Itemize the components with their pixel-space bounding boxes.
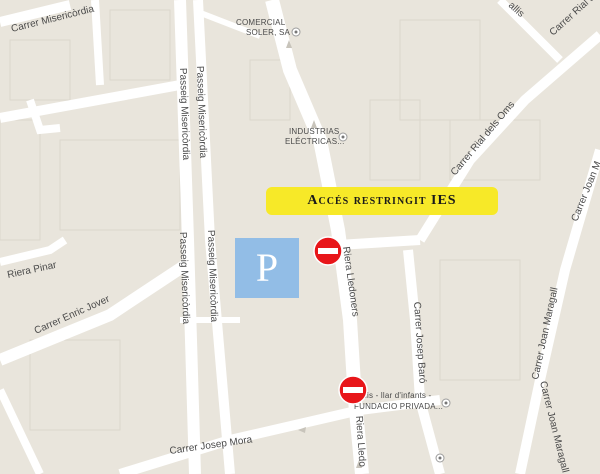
poi-marker-icon[interactable] (291, 27, 301, 37)
street-label-passeig-misericordia-2: Passeig Misericòrdia (194, 66, 208, 159)
poi-marker-icon[interactable] (441, 398, 451, 408)
poi-industrias-line2: ELÉCTRICAS... (285, 137, 345, 146)
poi-industrias-line1: INDUSTRIAS (289, 127, 339, 136)
poi-llar-line1: lis - llar d'infants - (365, 391, 432, 400)
street-label-carrer-rial-dels-oms-2: Carrer Rial dels (548, 0, 600, 38)
parking-sign: P (235, 238, 299, 298)
street-label-allis: allis (506, 0, 526, 20)
roads (0, 0, 600, 474)
map-view[interactable]: Carrer Misericòrdia Passeig Misericòrdia… (0, 0, 600, 474)
poi-comercial-soler-line1: COMERCIAL (236, 18, 286, 27)
street-label-passeig-misericordia-3: Passeig Misericòrdia (177, 232, 191, 325)
no-entry-sign-icon (338, 375, 368, 405)
street-label-passeig-misericordia-4: Passeig Misericòrdia (205, 230, 219, 323)
street-label-riera-pinar: Riera Pinar (6, 260, 58, 281)
street-label-carrer-rial-dels-oms-1: Carrer Rial dels Oms (449, 99, 517, 178)
poi-comercial-soler-line2: SOLER, SA (246, 28, 291, 37)
street-label-carrer-josep-mora: Carrer Josep Mora (169, 434, 254, 457)
no-entry-sign-icon (313, 236, 343, 266)
poi-marker-icon[interactable] (338, 132, 348, 142)
restricted-access-banner: Accés restringit IES (266, 187, 498, 215)
building-footprints (0, 9, 541, 431)
poi-marker-icon[interactable] (435, 453, 445, 463)
map-base: Carrer Misericòrdia Passeig Misericòrdia… (0, 0, 600, 474)
street-label-carrer-joan-maragall-2: Carrer Joan Maragall (537, 380, 570, 474)
